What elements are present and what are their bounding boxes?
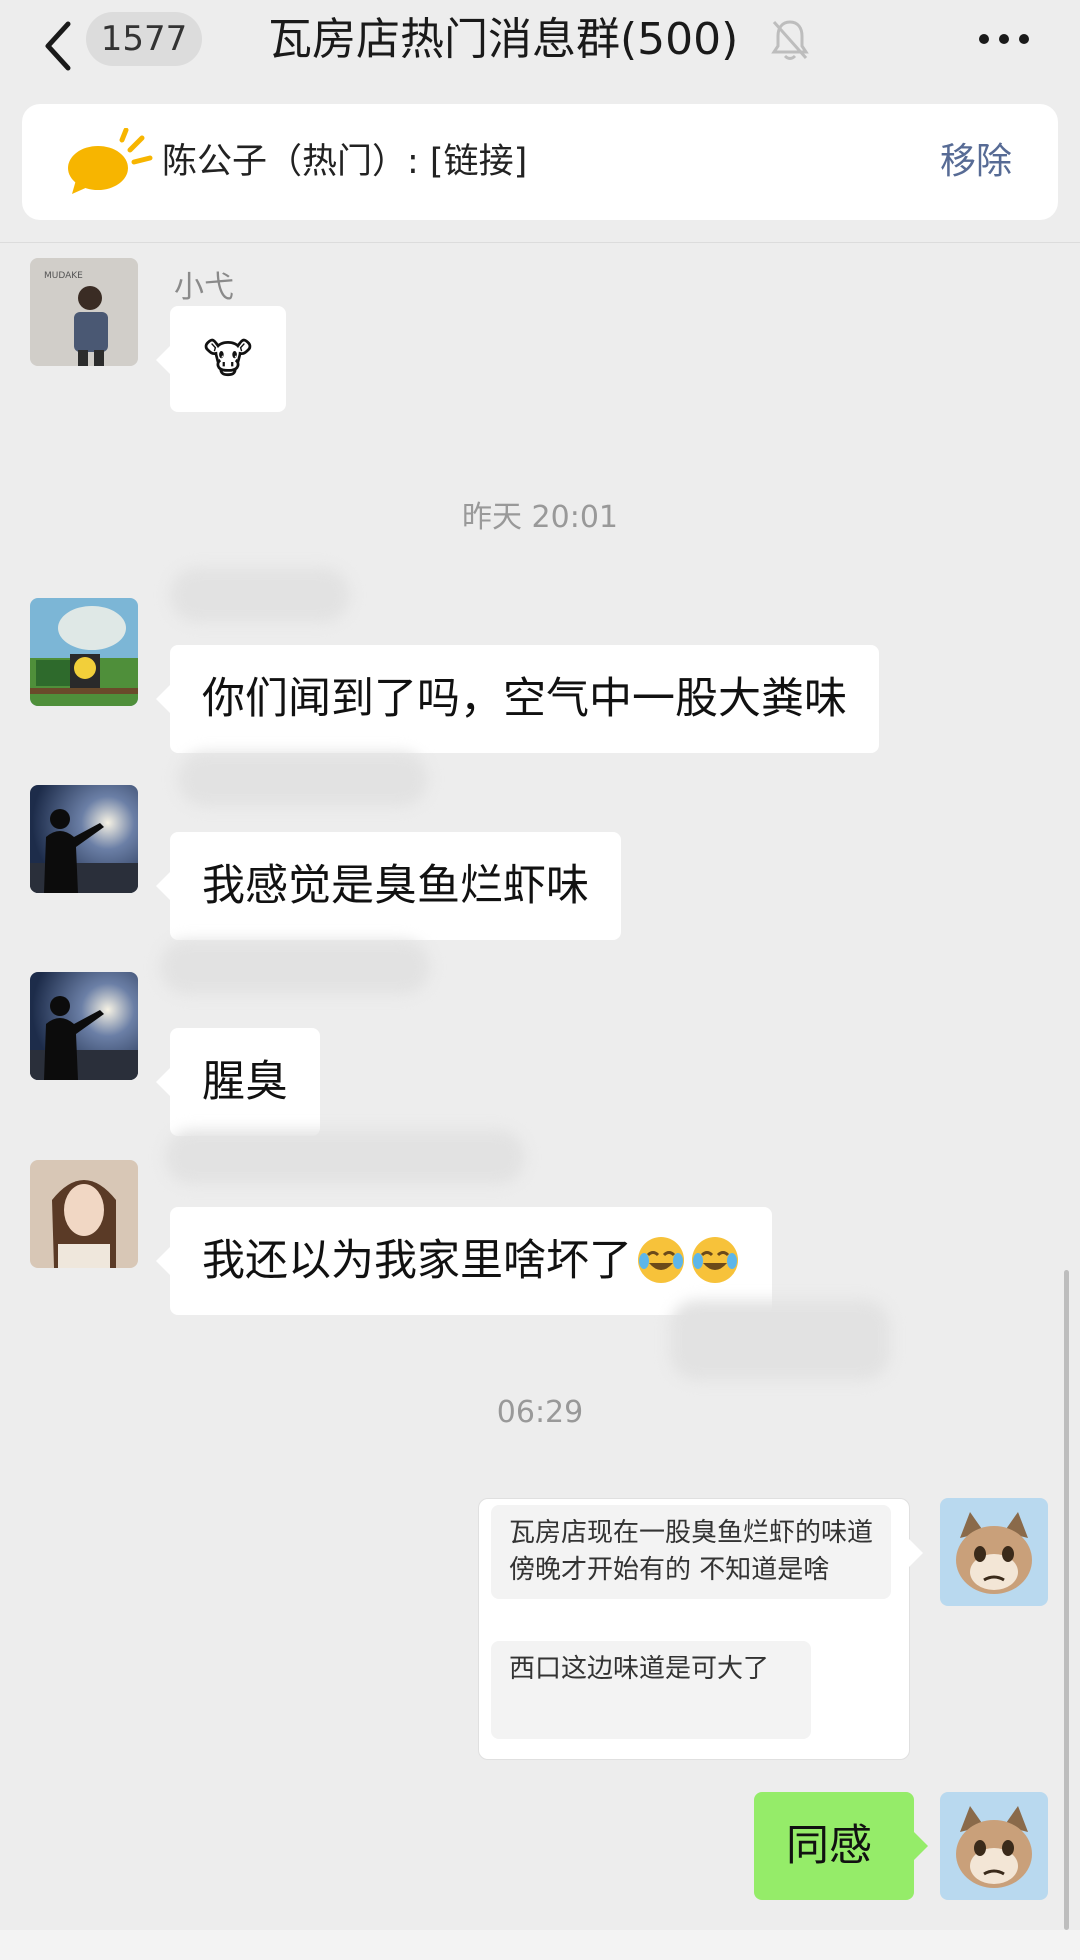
avatar-cat-cartoon [940, 1498, 1048, 1606]
message-text: 我还以为我家里啥坏了 [202, 1236, 632, 1286]
blurred-region [670, 1300, 890, 1380]
avatar-silhouette[interactable] [30, 785, 138, 893]
message-bubble[interactable]: 我感觉是臭鱼烂虾味 [156, 832, 621, 940]
message-bubble[interactable]: 我还以为我家里啥坏了 [156, 1207, 772, 1315]
avatar-self[interactable] [940, 1792, 1048, 1900]
avatar-silhouette[interactable] [30, 972, 138, 1080]
timestamp: 06:29 [496, 1395, 584, 1430]
quoted-message: 瓦房店现在一股臭鱼烂虾的味道 傍晚才开始有的 不知道是啥 [491, 1505, 891, 1599]
blurred-nickname [170, 568, 350, 622]
quoted-message: 西口这边味道是可大了 [491, 1641, 811, 1739]
message-bubble-emoji[interactable]: 🐮 [156, 306, 286, 412]
blurred-nickname [165, 1130, 525, 1184]
mute-bell-icon [771, 20, 809, 60]
svg-text:MUDAKE: MUDAKE [44, 271, 83, 281]
tears-of-joy-emoji-icon [638, 1237, 684, 1283]
avatar-woman-photo [30, 1160, 138, 1268]
avatar-woman[interactable] [30, 1160, 138, 1268]
avatar-cat-cartoon [940, 1792, 1048, 1900]
back-arrow-icon[interactable] [40, 16, 80, 76]
avatar-person-photo: MUDAKE [30, 258, 138, 366]
my-message-bubble[interactable]: 同感 [754, 1792, 928, 1900]
avatar-silhouette-sunset [30, 785, 138, 893]
blurred-nickname [160, 940, 430, 994]
header-divider [0, 242, 1080, 243]
pinned-message-text: 陈公子（热门）: [链接] [162, 142, 528, 182]
blurred-nickname [178, 752, 428, 806]
avatar-self[interactable] [940, 1498, 1048, 1606]
message-bubble[interactable]: 你们闻到了吗，空气中一股大粪味 [156, 645, 879, 753]
tears-of-joy-emoji-icon [692, 1237, 738, 1283]
avatar-xiaoyi[interactable]: MUDAKE [30, 258, 138, 366]
input-bar-edge [0, 1930, 1080, 1960]
pinned-message-bar[interactable]: 陈公子（热门）: [链接] 移除 [22, 104, 1058, 220]
chat-title: 瓦房店热门消息群(500) [268, 14, 739, 65]
sender-nickname: 小弋 [174, 270, 234, 305]
unread-count-badge[interactable]: 1577 [86, 12, 202, 66]
avatar-train[interactable] [30, 598, 138, 706]
timestamp: 昨天 20:01 [462, 500, 618, 535]
avatar-train-cartoon [30, 598, 138, 706]
chat-header: 1577 瓦房店热门消息群(500) [0, 0, 1080, 104]
forwarded-messages-card[interactable]: 瓦房店现在一股臭鱼烂虾的味道 傍晚才开始有的 不知道是啥 西口这边味道是可大了 [478, 1498, 923, 1760]
message-bubble[interactable]: 腥臭 [156, 1028, 320, 1136]
avatar-silhouette-sunset [30, 972, 138, 1080]
remove-pinned-button[interactable]: 移除 [940, 134, 1012, 190]
hot-speech-bubble-icon [68, 128, 153, 194]
scrollbar[interactable] [1064, 1270, 1069, 1930]
more-options-icon[interactable] [976, 24, 1032, 54]
cow-emoji: 🐮 [203, 334, 253, 383]
